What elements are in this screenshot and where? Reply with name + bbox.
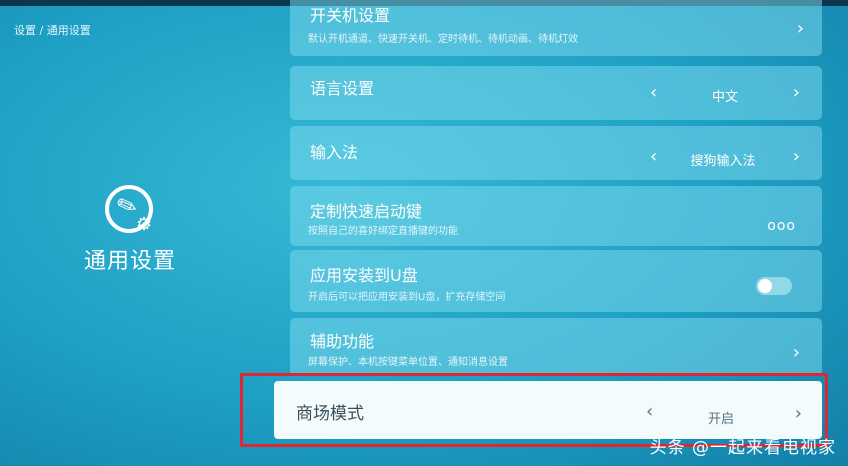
setting-value: 搜狗输入法 (690, 154, 756, 169)
setting-input-method[interactable]: 输入法 ‹ 搜狗输入法 › (290, 126, 822, 180)
setting-title: 应用安装到U盘 (310, 266, 418, 285)
chevron-right-icon: › (792, 342, 800, 363)
breadcrumb: 设置 / 通用设置 (14, 24, 91, 37)
more-options-icon[interactable]: ooo (767, 218, 796, 234)
setting-subtitle: 默认开机通道、快速开关机、定时待机、待机动画、待机灯效 (308, 34, 578, 45)
settings-wrench-gear-icon: ✎ ⚙ (105, 185, 155, 235)
install-usb-toggle[interactable] (756, 277, 792, 295)
toggle-knob (758, 279, 772, 293)
setting-power-on-off[interactable]: 开关机设置 默认开机通道、快速开关机、定时待机、待机动画、待机灯效 › (290, 0, 822, 56)
category-panel: ✎ ⚙ 通用设置 (60, 185, 200, 275)
chevron-right-icon[interactable]: › (793, 84, 800, 102)
setting-quick-launch-key[interactable]: 定制快速启动键 按照自己的喜好绑定直播键的功能 ooo (290, 186, 822, 246)
chevron-right-icon[interactable]: › (793, 148, 800, 166)
category-title: 通用设置 (83, 249, 176, 274)
setting-subtitle: 开启后可以把应用安装到U盘，扩充存储空间 (308, 292, 506, 303)
setting-title: 输入法 (310, 143, 359, 162)
setting-subtitle: 屏幕保护、本机按键菜单位置、通知消息设置 (308, 357, 508, 368)
setting-value: 中文 (711, 90, 738, 105)
chevron-left-icon[interactable]: ‹ (650, 148, 657, 166)
chevron-right-icon: › (796, 18, 804, 39)
setting-language[interactable]: 语言设置 ‹ 中文 › (290, 66, 822, 120)
setting-title: 语言设置 (310, 79, 375, 98)
watermark: 头条 @一起来看电视家 (649, 438, 836, 458)
setting-accessibility[interactable]: 辅助功能 屏幕保护、本机按键菜单位置、通知消息设置 › (290, 318, 822, 376)
setting-subtitle: 按照自己的喜好绑定直播键的功能 (308, 226, 458, 237)
setting-install-to-usb[interactable]: 应用安装到U盘 开启后可以把应用安装到U盘，扩充存储空间 (290, 250, 822, 312)
setting-title: 辅助功能 (310, 332, 375, 351)
setting-title: 开关机设置 (310, 6, 391, 25)
setting-title: 定制快速启动键 (310, 202, 423, 221)
chevron-left-icon[interactable]: ‹ (650, 84, 657, 102)
